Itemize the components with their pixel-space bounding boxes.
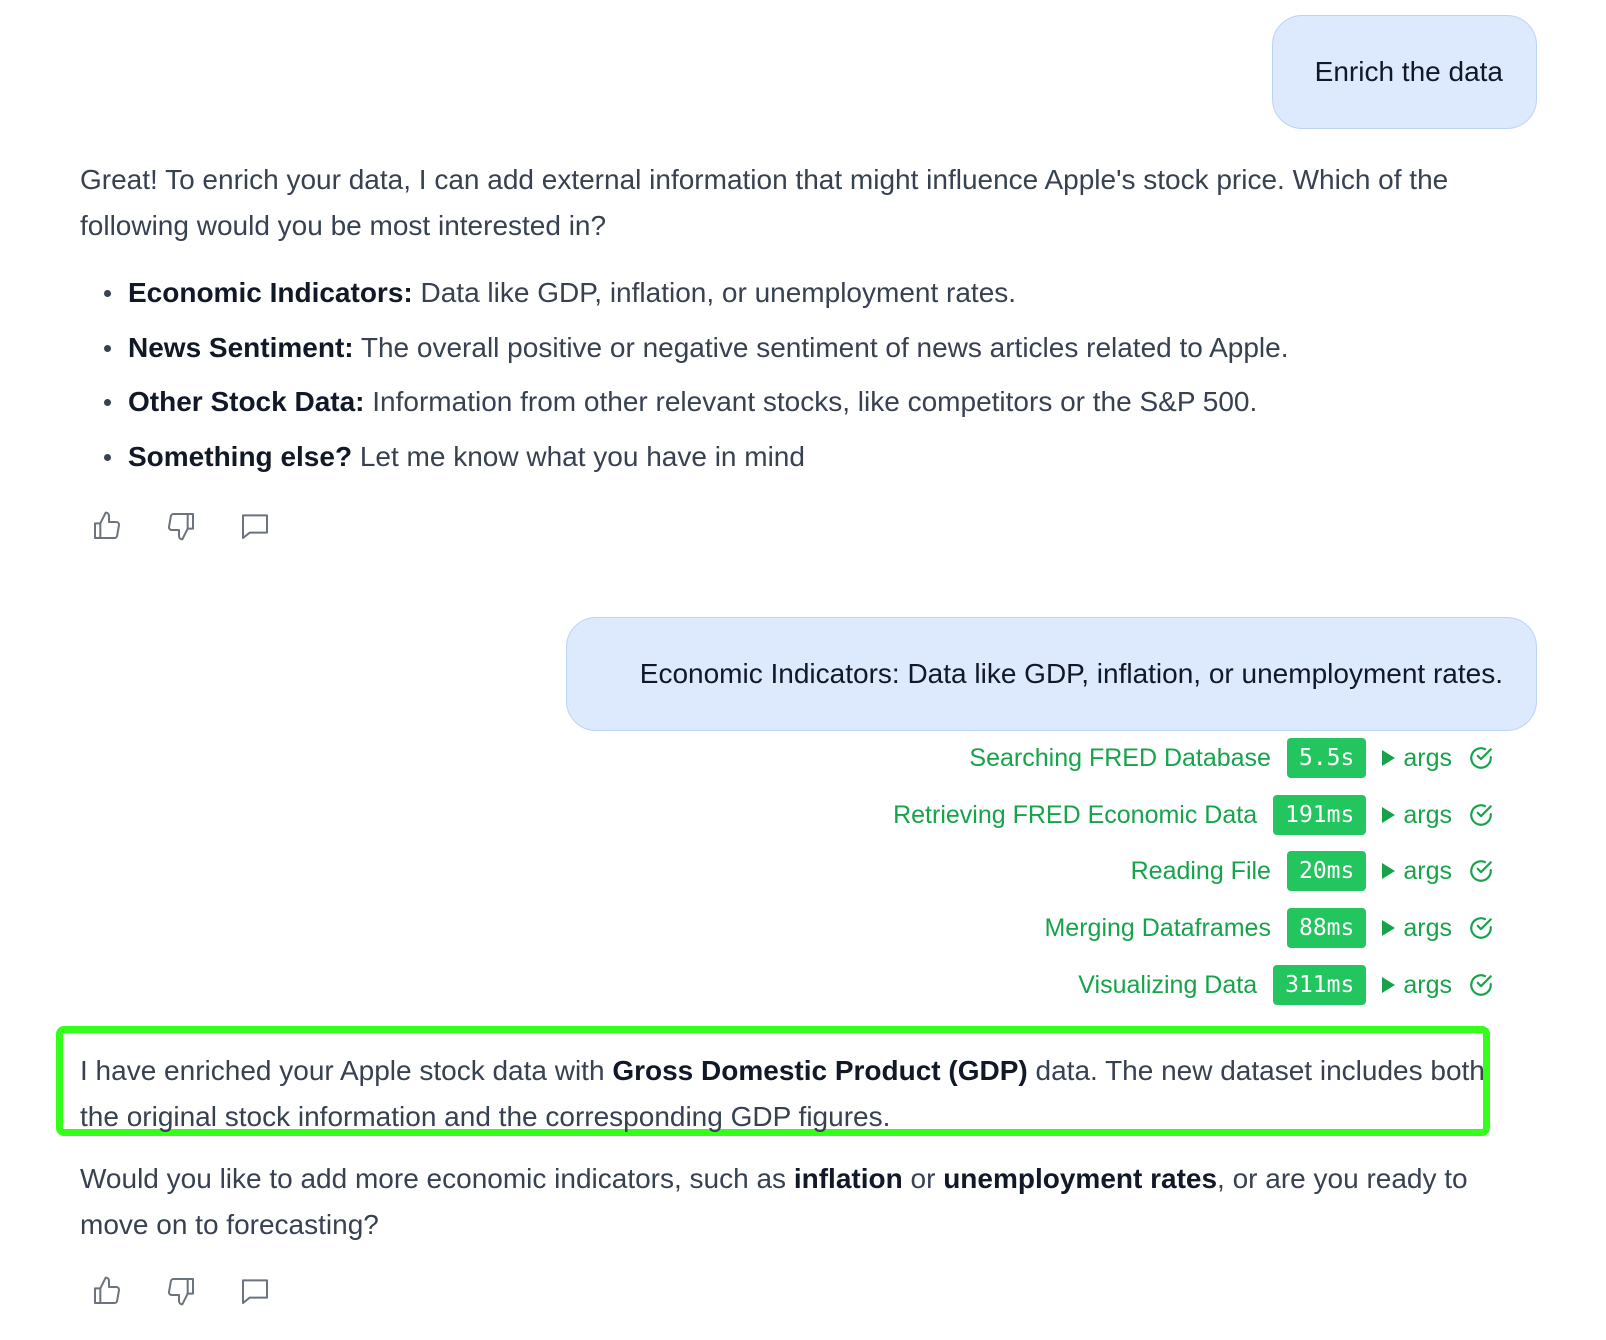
tool-duration-badge: 5.5s — [1286, 738, 1367, 778]
followup-highlight: inflation — [793, 1163, 903, 1194]
check-circle-icon — [1468, 802, 1494, 828]
comment-icon[interactable] — [238, 1274, 272, 1308]
option-title: Economic Indicators: — [128, 277, 413, 308]
summary-text: I have enriched your Apple stock data wi… — [80, 1055, 613, 1086]
args-label: args — [1403, 970, 1452, 999]
tool-name: Searching FRED Database — [969, 743, 1271, 772]
list-item: Other Stock Data: Information from other… — [104, 379, 1289, 434]
tool-duration-badge: 311ms — [1273, 965, 1367, 1005]
option-title: News Sentiment: — [128, 331, 354, 363]
user-message-text: Enrich the data — [1314, 56, 1503, 87]
tool-name: Merging Dataframes — [1044, 913, 1271, 942]
option-list: Economic Indicators: Data like GDP, infl… — [80, 270, 1289, 488]
assistant-message-summary: I have enriched your Apple stock data wi… — [80, 1048, 1490, 1140]
tool-name: Retrieving FRED Economic Data — [893, 800, 1258, 829]
thumbs-up-icon[interactable] — [90, 509, 124, 543]
tool-call-row: Merging Dataframes 88ms args — [1044, 908, 1494, 948]
feedback-bar — [90, 509, 272, 543]
tool-duration-badge: 88ms — [1286, 908, 1367, 948]
user-message-bubble: Economic Indicators: Data like GDP, infl… — [566, 617, 1537, 731]
args-toggle[interactable]: args — [1382, 971, 1452, 1000]
thumbs-up-icon[interactable] — [90, 1274, 124, 1308]
tool-name: Visualizing Data — [1078, 970, 1258, 999]
list-item: Economic Indicators: Data like GDP, infl… — [104, 270, 1289, 325]
args-label: args — [1403, 800, 1452, 829]
option-text: Data like GDP, inflation, or unemploymen… — [412, 277, 1017, 308]
comment-icon[interactable] — [238, 509, 272, 543]
tool-name: Reading File — [1130, 856, 1271, 885]
tool-call-row: Visualizing Data 311ms args — [1078, 965, 1494, 1005]
check-circle-icon — [1468, 858, 1494, 884]
option-text: The overall positive or negative sentime… — [353, 331, 1289, 363]
option-text: Information from other relevant stocks, … — [364, 386, 1258, 417]
list-item: News Sentiment: The overall positive or … — [104, 325, 1289, 380]
expand-triangle-icon — [1382, 750, 1396, 766]
check-circle-icon — [1468, 915, 1494, 941]
tool-call-row: Searching FRED Database 5.5s args — [969, 738, 1494, 778]
option-text: Let me know what you have in mind — [352, 440, 805, 472]
tool-duration-badge: 191ms — [1273, 795, 1367, 835]
tool-duration-badge: 20ms — [1286, 851, 1367, 891]
summary-highlight: Gross Domestic Product (GDP) — [612, 1055, 1028, 1086]
tool-call-row: Reading File 20ms args — [1131, 851, 1494, 891]
user-message-text: Economic Indicators: Data like GDP, infl… — [639, 658, 1503, 689]
feedback-bar — [90, 1274, 272, 1308]
check-circle-icon — [1468, 745, 1494, 771]
check-circle-icon — [1468, 972, 1494, 998]
list-item: Something else? Let me know what you hav… — [104, 434, 1289, 489]
thumbs-down-icon[interactable] — [164, 509, 198, 543]
args-label: args — [1403, 743, 1452, 772]
option-title: Something else? — [128, 440, 353, 472]
args-toggle[interactable]: args — [1382, 801, 1452, 830]
assistant-message-intro: Great! To enrich your data, I can add ex… — [80, 164, 1449, 241]
expand-triangle-icon — [1382, 807, 1396, 823]
args-label: args — [1403, 856, 1452, 885]
args-toggle[interactable]: args — [1382, 914, 1452, 943]
tool-call-row: Retrieving FRED Economic Data 191ms args — [893, 795, 1494, 835]
expand-triangle-icon — [1382, 920, 1396, 936]
followup-highlight: unemployment rates — [943, 1163, 1218, 1194]
option-title: Other Stock Data: — [128, 386, 365, 417]
thumbs-down-icon[interactable] — [164, 1274, 198, 1308]
followup-text: Would you like to add more economic indi… — [80, 1163, 794, 1194]
args-toggle[interactable]: args — [1382, 744, 1452, 773]
expand-triangle-icon — [1382, 863, 1396, 879]
args-label: args — [1403, 913, 1452, 942]
expand-triangle-icon — [1382, 977, 1396, 993]
assistant-message-followup: Would you like to add more economic indi… — [80, 1156, 1540, 1248]
args-toggle[interactable]: args — [1382, 857, 1452, 886]
followup-text: or — [902, 1163, 944, 1194]
user-message-bubble: Enrich the data — [1272, 15, 1537, 129]
